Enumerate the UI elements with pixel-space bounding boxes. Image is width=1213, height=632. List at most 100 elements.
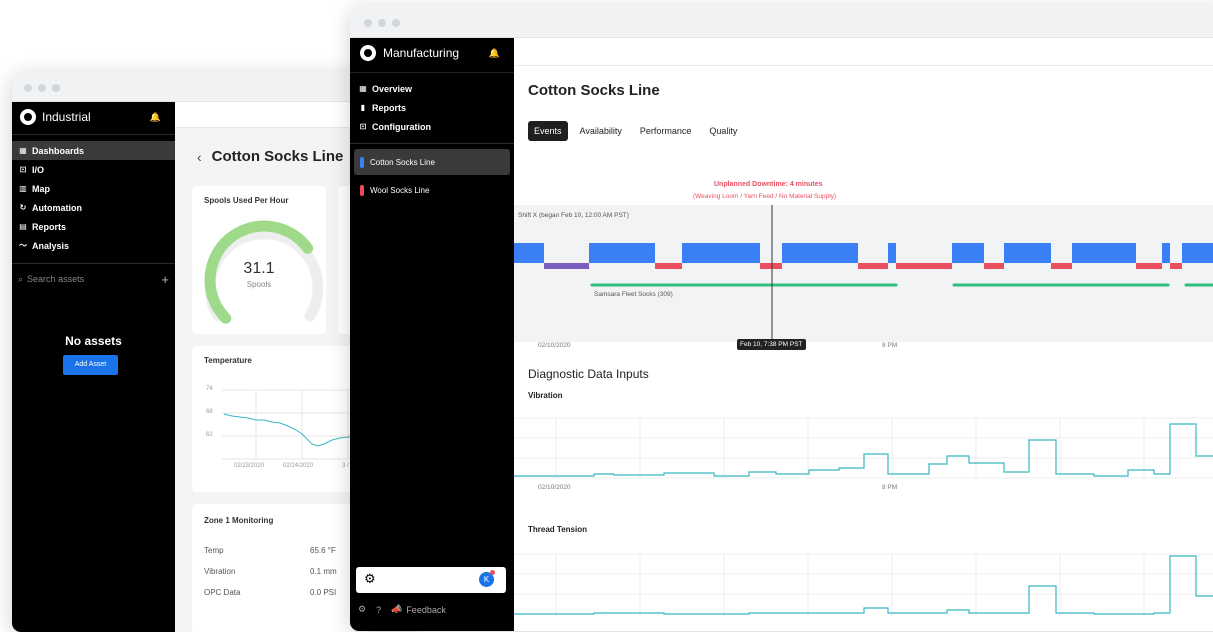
automation-icon: ↻: [19, 203, 27, 212]
industrial-brand[interactable]: Industrial 🔔: [12, 104, 175, 130]
events-x-tick-2: 8 PM: [882, 342, 898, 349]
asset-search[interactable]: ⌕ Search assets +: [12, 264, 175, 294]
bell-icon[interactable]: 🔔: [150, 112, 161, 123]
industrial-sidebar: Industrial 🔔 ▦ Dashboards ⊡ I/O ▥ Map ↻ Automat…: [12, 102, 175, 632]
manufacturing-app-name: Manufacturing: [383, 46, 460, 60]
back-page-title: Cotton Socks Line: [211, 148, 344, 165]
nav-item-map[interactable]: ▥ Map: [12, 179, 175, 198]
manufacturing-brand[interactable]: Manufacturing 🔔: [350, 38, 514, 68]
zone-card-title: Zone 1 Monitoring: [204, 516, 274, 525]
diagnostic-title: Diagnostic Data Inputs: [528, 367, 649, 381]
running-segment: [888, 243, 896, 263]
nav-item-analysis[interactable]: 〜 Analysis: [12, 236, 175, 255]
manufacturing-sidebar: Manufacturing 🔔 ▦ Overview ▮ Reports ⊡ Config…: [350, 38, 514, 631]
window-dot-minimize[interactable]: [38, 84, 46, 92]
running-segment: [1072, 243, 1136, 263]
help-icon[interactable]: ?: [376, 605, 381, 615]
industrial-app-name: Industrial: [42, 110, 91, 124]
downtime-segment: [896, 263, 952, 269]
tab-quality[interactable]: Quality: [703, 121, 743, 141]
annotation-title: Unplanned Downtime: 4 minutes: [714, 181, 823, 188]
megaphone-icon[interactable]: 📣: [391, 604, 402, 615]
zone-row-value: 0.0 PSI: [310, 588, 337, 597]
window-dot-minimize[interactable]: [378, 19, 386, 27]
nav-item-label: Automation: [32, 202, 82, 213]
temperature-card-title: Temperature: [204, 356, 252, 365]
org-switcher[interactable]: ⚙ K: [356, 567, 506, 593]
downtime-segment: [1170, 263, 1182, 269]
nav-item-automation[interactable]: ↻ Automation: [12, 198, 175, 217]
vibration-x-tick-1: 02/10/2020: [538, 484, 571, 491]
downtime-segment: [1051, 263, 1072, 269]
running-segment: [1182, 243, 1213, 263]
window-dot-close[interactable]: [24, 84, 32, 92]
nav-item-label: Overview: [372, 83, 413, 94]
temp-x-tick-3: 3 /: [342, 463, 349, 469]
zone-card: Zone 1 Monitoring Temp 65.6 °F Vibration 0.…: [192, 504, 368, 632]
nav-item-configuration[interactable]: ⊡ Configuration: [350, 117, 514, 136]
temperature-card: Temperature 74 68 62 02/23/2020 02/24/20…: [192, 346, 368, 492]
grid-icon: ▦: [359, 84, 367, 93]
nav-item-reports[interactable]: ▤ Reports: [12, 217, 175, 236]
downtime-segment: [760, 263, 782, 269]
window-dot-maximize[interactable]: [392, 19, 400, 27]
search-assets-input[interactable]: Search assets: [27, 274, 84, 284]
temp-x-tick-2: 02/24/2020: [283, 463, 314, 469]
zone-row-value: 0.1 mm: [310, 567, 337, 576]
feedback-link[interactable]: Feedback: [406, 605, 446, 615]
nav-item-dashboards[interactable]: ▦ Dashboards: [12, 141, 175, 160]
line-color-swatch: [360, 156, 364, 168]
line-item-wool-socks-line[interactable]: Wool Socks Line: [354, 177, 510, 203]
nav-item-label: Reports: [32, 221, 67, 232]
line-color-swatch: [360, 184, 364, 196]
temp-y-tick-1: 74: [206, 386, 213, 392]
temperature-chart: [222, 389, 368, 460]
nav-item-label: Reports: [372, 102, 407, 113]
running-segment: [782, 243, 858, 263]
add-asset-button[interactable]: Add Asset: [63, 355, 118, 375]
nav-item-overview[interactable]: ▦ Overview: [350, 79, 514, 98]
grid-icon: ▦: [19, 146, 27, 155]
running-segment: [589, 243, 655, 263]
manufacturing-window: Manufacturing 🔔 ▦ Overview ▮ Reports ⊡ Config…: [350, 6, 1213, 631]
annotation-sub: (Weaving Loom / Yarn Feed / No Material …: [693, 193, 837, 200]
settings-icon[interactable]: ⚙: [358, 604, 366, 615]
temp-y-tick-2: 68: [206, 409, 213, 415]
running-segment: [682, 243, 760, 263]
factory-icon: ⚙: [364, 571, 376, 586]
add-asset-plus-icon[interactable]: +: [161, 272, 169, 287]
spools-card: Spools Used Per Hour 31.1 Spools: [192, 186, 326, 334]
temp-y-tick-3: 62: [206, 432, 213, 438]
thread-tension-title: Thread Tension: [528, 525, 587, 534]
tab-events[interactable]: Events: [528, 121, 568, 141]
bell-icon[interactable]: 🔔: [489, 48, 500, 59]
map-icon: ▥: [19, 184, 27, 193]
back-arrow-icon[interactable]: ‹: [197, 149, 202, 165]
downtime-segment: [858, 263, 888, 269]
downtime-segment: [655, 263, 682, 269]
main-header-bar: [514, 38, 1213, 66]
idle-segment: [544, 263, 589, 269]
temp-x-tick-1: 02/23/2020: [234, 463, 265, 469]
nav-item-label: Configuration: [372, 121, 431, 132]
tab-performance[interactable]: Performance: [634, 121, 698, 141]
window-dot-close[interactable]: [364, 19, 372, 27]
zone-row-label: Temp: [204, 546, 224, 555]
downtime-segment: [984, 263, 1004, 269]
fleet-label: Samsara Fleet Socks (309): [594, 291, 673, 298]
search-icon: ⌕: [18, 273, 24, 284]
sidebar-footer: ⚙ ? 📣 Feedback: [358, 604, 446, 615]
spools-value: 31.1: [243, 260, 275, 277]
nav-item-reports[interactable]: ▮ Reports: [350, 98, 514, 117]
line-item-label: Wool Socks Line: [370, 185, 430, 195]
nav-item-i-o[interactable]: ⊡ I/O: [12, 160, 175, 179]
analysis-icon: 〜: [19, 241, 27, 250]
vibration-x-tick-2: 8 PM: [882, 484, 898, 491]
spools-unit: Spools: [246, 280, 272, 289]
samsara-logo-icon: [20, 109, 36, 125]
window-dot-maximize[interactable]: [52, 84, 60, 92]
downtime-segment: [1136, 263, 1162, 269]
line-item-cotton-socks-line[interactable]: Cotton Socks Line: [354, 149, 510, 175]
tab-availability[interactable]: Availability: [574, 121, 628, 141]
running-segment: [1004, 243, 1051, 263]
